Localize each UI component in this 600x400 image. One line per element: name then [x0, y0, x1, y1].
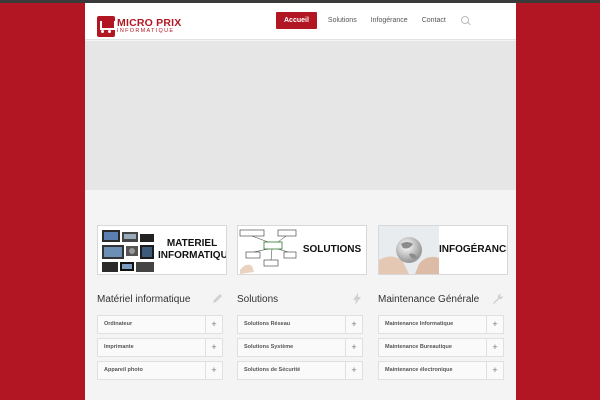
list-item[interactable]: Maintenance Informatique + [378, 315, 504, 334]
section-solutions-title: Solutions [237, 294, 279, 305]
plus-icon[interactable]: + [205, 339, 222, 356]
page-container: MICRO PRIX INFORMATIQUE Accueil Solution… [85, 3, 516, 400]
list-item[interactable]: Maintenance Bureautique + [378, 338, 504, 357]
hardware-image [98, 226, 158, 274]
plus-icon[interactable]: + [345, 316, 362, 333]
lightning-icon [353, 293, 361, 305]
site-header: MICRO PRIX INFORMATIQUE Accueil Solution… [85, 3, 516, 40]
pencil-icon [213, 294, 222, 303]
logo-subtitle: INFORMATIQUE [117, 28, 175, 34]
cart-logo-icon [97, 15, 116, 37]
search-icon[interactable] [460, 15, 471, 26]
list-item[interactable]: Solutions Système + [237, 338, 363, 357]
plus-icon[interactable]: + [345, 362, 362, 379]
logo-title: MICRO PRIX [117, 16, 182, 29]
plus-icon[interactable]: + [486, 316, 503, 333]
plus-icon[interactable]: + [205, 362, 222, 379]
section-solutions: Solutions Solutions Réseau + Solutions S… [237, 293, 363, 380]
banner-materiel[interactable]: MATERIEL INFORMATIQUE [97, 225, 227, 275]
plus-icon[interactable]: + [345, 339, 362, 356]
nav-item-infogerance[interactable]: Infogérance [364, 12, 415, 29]
banner-materiel-line2: INFORMATIQUE [158, 249, 227, 261]
nav-item-accueil[interactable]: Accueil [276, 12, 317, 29]
banner-infogerance-label: INFOGÉRANCE [439, 244, 508, 255]
section-materiel-list: Ordinateur + Imprimante + Appareil photo… [97, 315, 223, 384]
nav-item-contact[interactable]: Contact [415, 12, 453, 29]
main-nav: Accueil Solutions Infogérance Contact [276, 12, 471, 29]
banner-infogerance[interactable]: INFOGÉRANCE [378, 225, 508, 275]
globe-hands-image [379, 226, 439, 274]
section-maintenance-list: Maintenance Informatique + Maintenance B… [378, 315, 504, 384]
banner-materiel-line1: MATERIEL [166, 238, 218, 249]
list-item[interactable]: Imprimante + [97, 338, 223, 357]
network-sketch-image [238, 226, 298, 274]
section-materiel-title: Matériel informatique [97, 294, 191, 305]
list-item[interactable]: Ordinateur + [97, 315, 223, 334]
plus-icon[interactable]: + [486, 339, 503, 356]
list-item[interactable]: Maintenance électronique + [378, 361, 504, 380]
plus-icon[interactable]: + [205, 316, 222, 333]
banner-solutions[interactable]: SOLUTIONS [237, 225, 367, 275]
hero-slider [85, 41, 516, 190]
section-materiel: Matériel informatique Ordinateur + Impri… [97, 293, 223, 380]
nav-item-solutions[interactable]: Solutions [321, 12, 364, 29]
section-maintenance-title: Maintenance Générale [378, 294, 480, 305]
site-logo[interactable]: MICRO PRIX INFORMATIQUE [97, 14, 181, 38]
plus-icon[interactable]: + [486, 362, 503, 379]
banner-solutions-label: SOLUTIONS [302, 244, 362, 255]
wrench-icon [493, 293, 504, 304]
list-item[interactable]: Solutions Réseau + [237, 315, 363, 334]
section-maintenance: Maintenance Générale Maintenance Informa… [378, 293, 504, 380]
list-item[interactable]: Solutions de Sécurité + [237, 361, 363, 380]
section-solutions-list: Solutions Réseau + Solutions Système + S… [237, 315, 363, 384]
list-item[interactable]: Appareil photo + [97, 361, 223, 380]
